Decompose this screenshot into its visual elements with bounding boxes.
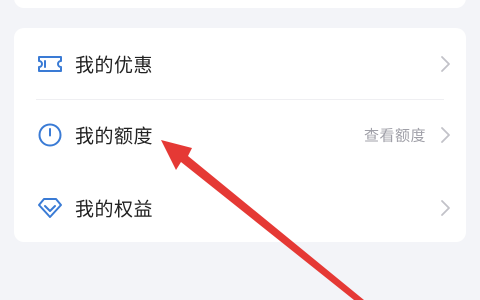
chevron-right-icon	[441, 56, 450, 72]
menu-item-label: 我的优惠	[75, 54, 154, 77]
diamond-icon	[38, 198, 62, 218]
chevron-right-icon	[441, 127, 450, 143]
view-quota-link[interactable]: 查看额度	[364, 125, 426, 146]
menu-item-my-coupons[interactable]: 我的优惠	[14, 36, 466, 92]
chevron-right-icon	[441, 200, 450, 216]
coupon-icon	[38, 56, 62, 72]
clock-icon	[38, 123, 62, 147]
menu-item-label: 我的额度	[75, 125, 154, 148]
menu-item-my-benefits[interactable]: 我的权益	[14, 180, 466, 236]
menu-item-label: 我的权益	[75, 198, 154, 221]
menu-item-my-quota[interactable]: 我的额度 查看额度	[14, 107, 466, 163]
menu-card: 我的优惠 我的额度 查看额度 我的权益	[14, 28, 466, 242]
top-card	[14, 0, 466, 8]
divider	[36, 99, 444, 100]
